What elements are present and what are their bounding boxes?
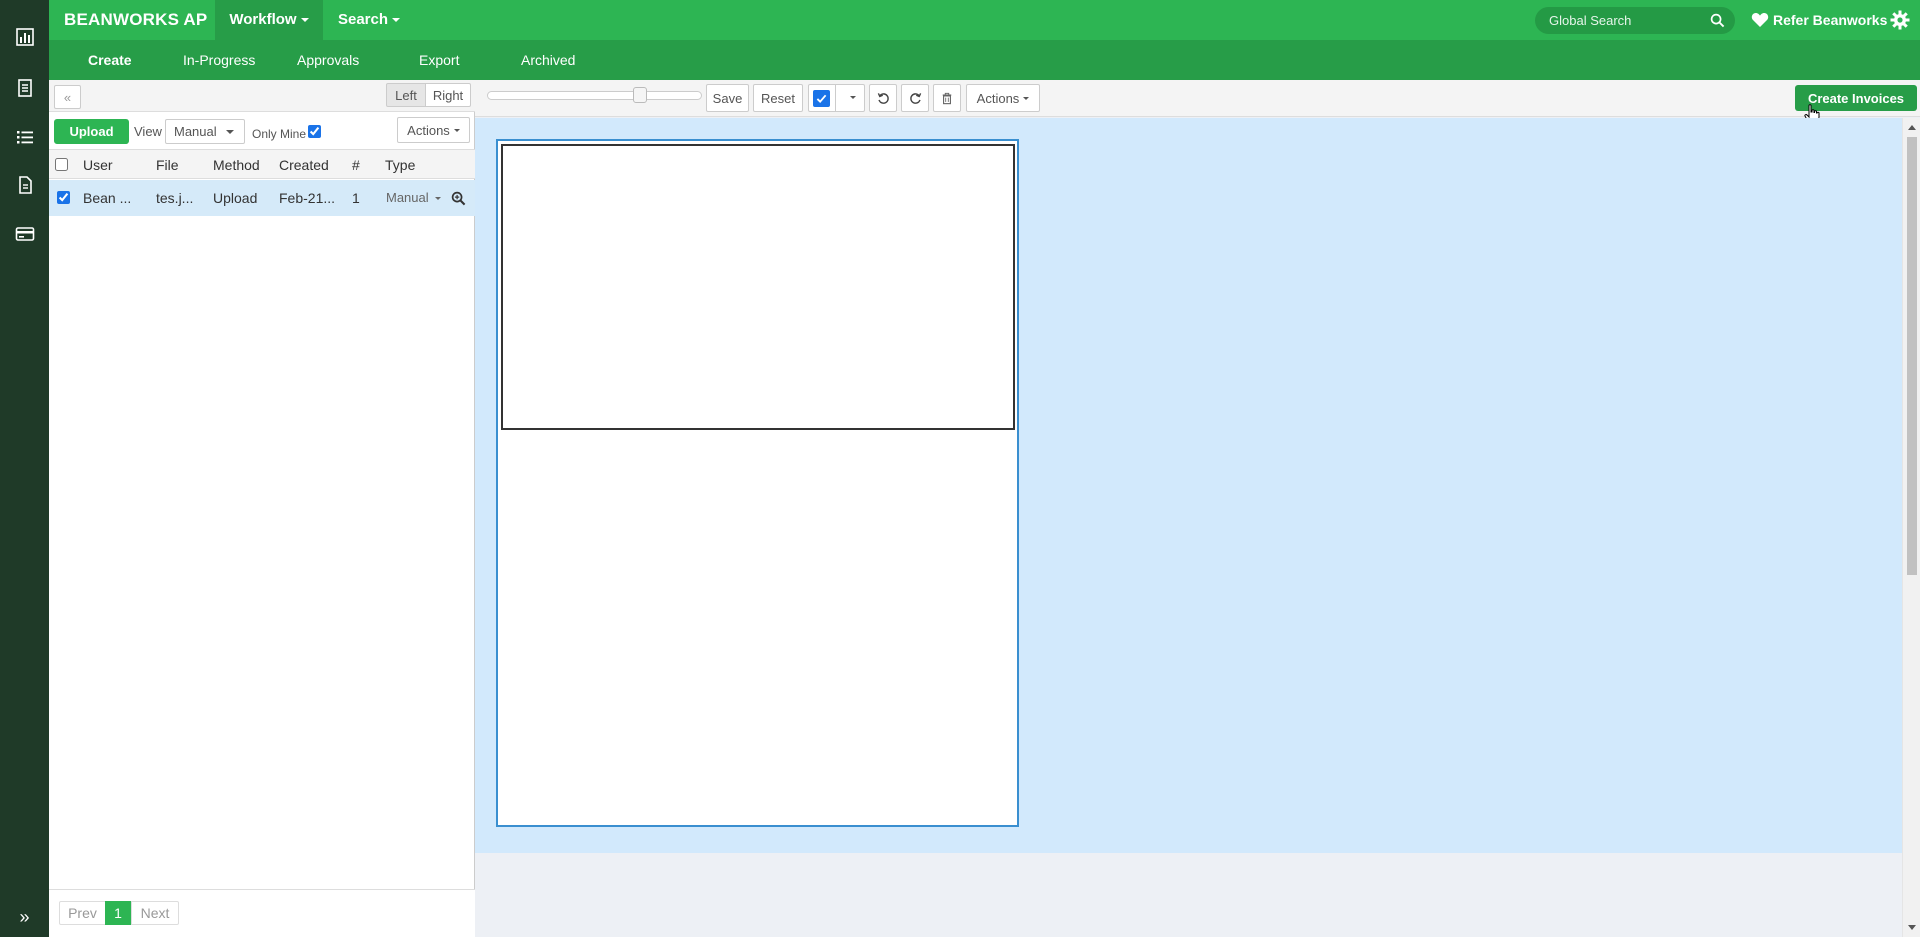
caret-down-icon [300, 18, 309, 23]
row-type-value: Manual [386, 190, 429, 205]
scrollbar-thumb[interactable] [1907, 137, 1917, 575]
table-row[interactable]: Bean ... tes.j... Upload Feb-21... 1 Man… [49, 180, 475, 216]
search-icon[interactable] [1710, 13, 1725, 28]
refer-label: Refer Beanworks [1773, 12, 1888, 28]
upload-button[interactable]: Upload [54, 119, 129, 144]
viewer-actions-label: Actions [976, 90, 1020, 106]
col-file[interactable]: File [156, 150, 179, 180]
only-mine-checkbox[interactable] [308, 125, 321, 138]
rotate-right-icon [909, 92, 921, 104]
brand-logo[interactable]: BEANWORKS AP [64, 0, 207, 40]
list-icon[interactable] [0, 117, 49, 157]
invoices-icon[interactable] [0, 68, 49, 108]
zoom-slider-track[interactable] [487, 91, 702, 100]
document-icon[interactable] [0, 165, 49, 205]
divider [835, 85, 836, 111]
batch-list-panel: « Left Right Upload View Manual Only Min… [49, 80, 475, 937]
row-created: Feb-21... [279, 190, 336, 206]
page-1-button[interactable]: 1 [105, 901, 131, 925]
next-page-button[interactable]: Next [131, 901, 179, 925]
subnav-create[interactable]: Create [88, 40, 132, 80]
subnav-archived[interactable]: Archived [521, 40, 575, 80]
panel-actions-label: Actions [407, 122, 450, 138]
view-select[interactable]: Manual [165, 119, 245, 144]
rotate-left-icon [877, 92, 889, 104]
nav-workflow-label: Workflow [229, 11, 297, 28]
payment-card-icon[interactable] [0, 214, 49, 254]
global-search-input[interactable] [1549, 7, 1699, 34]
view-label: View [134, 124, 162, 139]
caret-down-icon [453, 128, 460, 132]
col-type[interactable]: Type [385, 150, 415, 180]
select-pages-dropdown[interactable] [808, 84, 865, 112]
trash-icon [942, 92, 952, 104]
row-method: Upload [213, 190, 258, 206]
row-file: tes.j... [156, 190, 194, 206]
scroll-up-icon[interactable] [1908, 125, 1916, 130]
row-checkbox[interactable] [57, 191, 70, 204]
nav-search-dropdown[interactable]: Search [324, 0, 414, 40]
zoom-preview-icon[interactable] [451, 191, 466, 206]
delete-page-button[interactable] [933, 84, 961, 112]
subnav-export[interactable]: Export [419, 40, 459, 80]
col-method[interactable]: Method [213, 150, 260, 180]
document-page[interactable] [496, 139, 1019, 827]
caret-down-icon[interactable] [850, 96, 856, 99]
viewer-scrollbar[interactable] [1902, 118, 1920, 937]
viewer-actions-dropdown[interactable]: Actions [966, 84, 1040, 112]
left-rail: » [0, 0, 49, 937]
viewer-toolbar: Save Reset Actions Create Invoices [475, 80, 1920, 124]
layout-right-button[interactable]: Right [425, 83, 471, 107]
view-select-value: Manual [174, 124, 217, 139]
rotate-right-button[interactable] [901, 84, 929, 112]
pagination: Prev 1 Next [49, 889, 475, 937]
subnav-approvals[interactable]: Approvals [297, 40, 359, 80]
subnav-bar: Create In-Progress Approvals Export Arch… [49, 40, 1920, 80]
checkbox-checked-icon[interactable] [813, 89, 830, 107]
panel-actions-dropdown[interactable]: Actions [397, 117, 470, 143]
table-header: User File Method Created # Type [49, 149, 475, 179]
nav-workflow-dropdown[interactable]: Workflow [215, 0, 323, 40]
prev-page-button[interactable]: Prev [59, 901, 106, 925]
zoom-slider-handle[interactable] [633, 87, 647, 103]
row-count: 1 [352, 190, 360, 206]
select-all-checkbox[interactable] [55, 158, 68, 171]
caret-down-icon [434, 197, 441, 201]
heart-icon [1751, 13, 1769, 27]
collapse-panel-button[interactable]: « [54, 85, 81, 109]
caret-down-icon [226, 130, 234, 134]
top-navbar: BEANWORKS AP Workflow Search Refer Beanw… [49, 0, 1920, 40]
col-user[interactable]: User [83, 150, 113, 180]
document-canvas [475, 118, 1902, 853]
scroll-down-icon[interactable] [1908, 925, 1916, 930]
dashboard-chart-icon[interactable] [0, 17, 49, 57]
row-type-dropdown[interactable]: Manual [386, 180, 441, 216]
caret-down-icon [1023, 96, 1030, 100]
refer-beanworks-link[interactable]: Refer Beanworks [1751, 0, 1887, 40]
nav-search-label: Search [337, 11, 389, 28]
gear-icon[interactable] [1890, 10, 1910, 30]
document-page-content-box [501, 144, 1015, 430]
expand-rail-icon[interactable]: » [0, 897, 49, 937]
layout-left-button[interactable]: Left [386, 83, 426, 107]
reset-button[interactable]: Reset [753, 84, 803, 112]
rotate-left-button[interactable] [869, 84, 897, 112]
subnav-in-progress[interactable]: In-Progress [183, 40, 255, 80]
document-viewer: Save Reset Actions Create Invoices [475, 80, 1920, 937]
caret-down-icon [392, 18, 401, 23]
row-user: Bean ... [83, 190, 132, 206]
col-created[interactable]: Created [279, 150, 329, 180]
only-mine-label: Only Mine [252, 127, 307, 141]
panel-toolbar: « Left Right [49, 80, 475, 112]
save-button[interactable]: Save [706, 84, 749, 112]
col-count[interactable]: # [352, 150, 360, 180]
global-search [1535, 7, 1735, 34]
